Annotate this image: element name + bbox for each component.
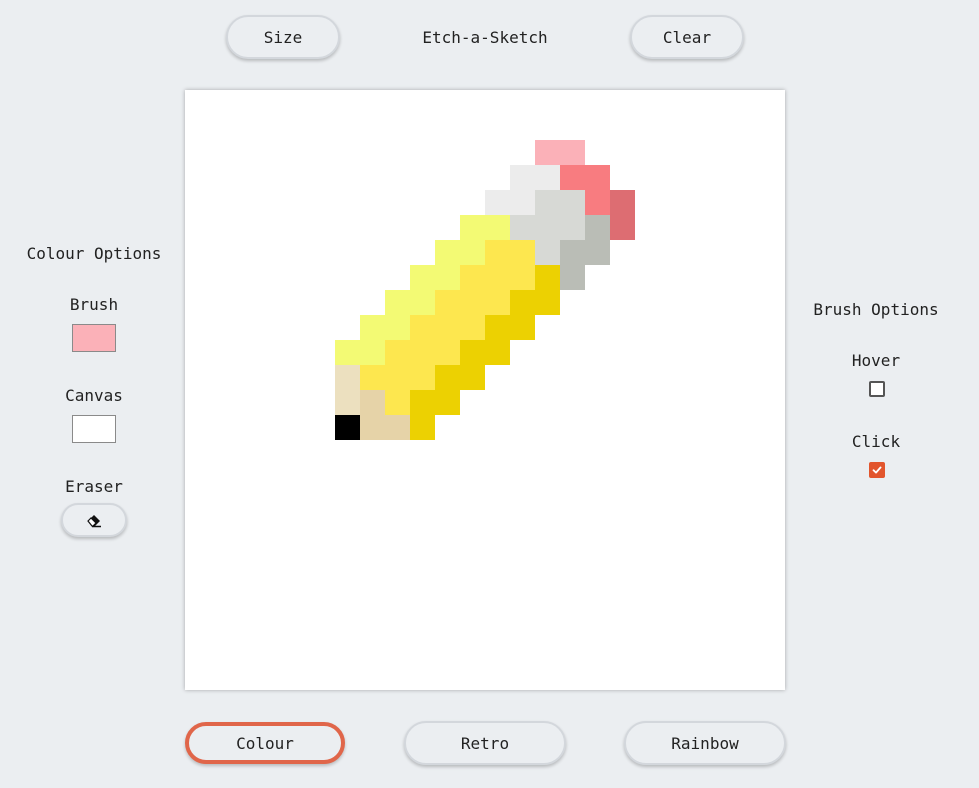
canvas-pixel <box>435 265 460 290</box>
canvas-pixel <box>585 165 610 190</box>
rainbow-mode-label: Rainbow <box>671 733 739 753</box>
canvas-pixel <box>560 140 585 165</box>
canvas-pixel <box>535 290 560 315</box>
canvas-pixel <box>485 265 510 290</box>
canvas-pixel <box>385 390 410 415</box>
canvas-pixel <box>460 290 485 315</box>
canvas-pixel <box>410 290 435 315</box>
click-checkbox[interactable] <box>869 462 885 478</box>
brush-options-heading: Brush Options <box>813 300 939 319</box>
canvas-pixel <box>535 215 560 240</box>
canvas-pixel <box>560 190 585 215</box>
canvas-pixel <box>510 315 535 340</box>
canvas-pixel <box>510 190 535 215</box>
canvas-pixel <box>335 340 360 365</box>
canvas-pixel <box>460 365 485 390</box>
retro-mode-button[interactable]: Retro <box>404 721 566 765</box>
canvas-pixel <box>360 390 385 415</box>
canvas-pixel <box>360 340 385 365</box>
canvas-pixel <box>585 190 610 215</box>
canvas-pixel <box>485 240 510 265</box>
canvas-pixel <box>485 215 510 240</box>
eraser-icon <box>85 512 103 528</box>
sketch-canvas[interactable] <box>185 90 785 690</box>
colour-mode-button[interactable]: Colour <box>185 722 345 764</box>
canvas-pixel <box>485 315 510 340</box>
canvas-pixel <box>460 215 485 240</box>
canvas-pixel <box>460 240 485 265</box>
canvas-pixel <box>485 290 510 315</box>
canvas-pixel <box>535 190 560 215</box>
canvas-pixel <box>360 365 385 390</box>
canvas-pixel <box>335 365 360 390</box>
canvas-pixel <box>535 265 560 290</box>
checkmark-icon <box>872 466 882 474</box>
canvas-pixel <box>435 365 460 390</box>
canvas-pixel <box>510 215 535 240</box>
eraser-button[interactable] <box>61 503 127 537</box>
brush-color-picker[interactable] <box>72 324 116 352</box>
canvas-pixel <box>410 315 435 340</box>
canvas-pixel <box>610 215 635 240</box>
colour-options-heading: Colour Options <box>26 244 162 263</box>
canvas-pixel <box>510 265 535 290</box>
canvas-pixel <box>410 265 435 290</box>
canvas-pixel <box>435 340 460 365</box>
canvas-pixel <box>585 215 610 240</box>
canvas-pixel <box>435 390 460 415</box>
brush-label: Brush <box>69 295 119 314</box>
canvas-pixel <box>435 315 460 340</box>
canvas-pixel <box>585 240 610 265</box>
canvas-pixel <box>385 365 410 390</box>
clear-button-label: Clear <box>662 27 712 47</box>
canvas-pixel <box>460 265 485 290</box>
canvas-pixel <box>485 340 510 365</box>
click-label: Click <box>851 432 901 451</box>
canvas-pixel <box>535 240 560 265</box>
canvas-pixel <box>385 290 410 315</box>
canvas-pixel <box>410 390 435 415</box>
canvas-pixel <box>385 340 410 365</box>
size-button[interactable]: Size <box>226 15 340 59</box>
retro-mode-label: Retro <box>460 733 510 753</box>
canvas-pixel <box>560 265 585 290</box>
canvas-pixel <box>435 240 460 265</box>
canvas-pixel <box>560 165 585 190</box>
colour-mode-label: Colour <box>236 733 294 753</box>
canvas-color-picker[interactable] <box>72 415 116 443</box>
hover-label: Hover <box>851 351 901 370</box>
canvas-pixel <box>410 415 435 440</box>
app-title: Etch-a-Sketch <box>422 28 548 47</box>
rainbow-mode-button[interactable]: Rainbow <box>624 721 786 765</box>
canvas-pixel <box>335 390 360 415</box>
canvas-pixel <box>410 340 435 365</box>
canvas-pixel <box>535 165 560 190</box>
canvas-pixel <box>385 315 410 340</box>
canvas-pixel <box>385 415 410 440</box>
canvas-pixel <box>410 365 435 390</box>
canvas-pixel <box>510 240 535 265</box>
canvas-pixel <box>510 165 535 190</box>
canvas-pixel <box>510 290 535 315</box>
canvas-pixel <box>435 290 460 315</box>
canvas-pixel <box>560 215 585 240</box>
size-button-label: Size <box>263 27 303 47</box>
clear-button[interactable]: Clear <box>630 15 744 59</box>
canvas-pixel <box>610 190 635 215</box>
canvas-pixel <box>360 415 385 440</box>
eraser-label: Eraser <box>65 477 123 496</box>
canvas-pixel <box>460 315 485 340</box>
canvas-pixel <box>335 415 360 440</box>
canvas-pixel <box>485 190 510 215</box>
hover-checkbox[interactable] <box>869 381 885 397</box>
canvas-pixel <box>460 340 485 365</box>
canvas-label: Canvas <box>65 386 123 405</box>
canvas-pixel <box>360 315 385 340</box>
canvas-pixel <box>535 140 560 165</box>
canvas-pixel <box>560 240 585 265</box>
